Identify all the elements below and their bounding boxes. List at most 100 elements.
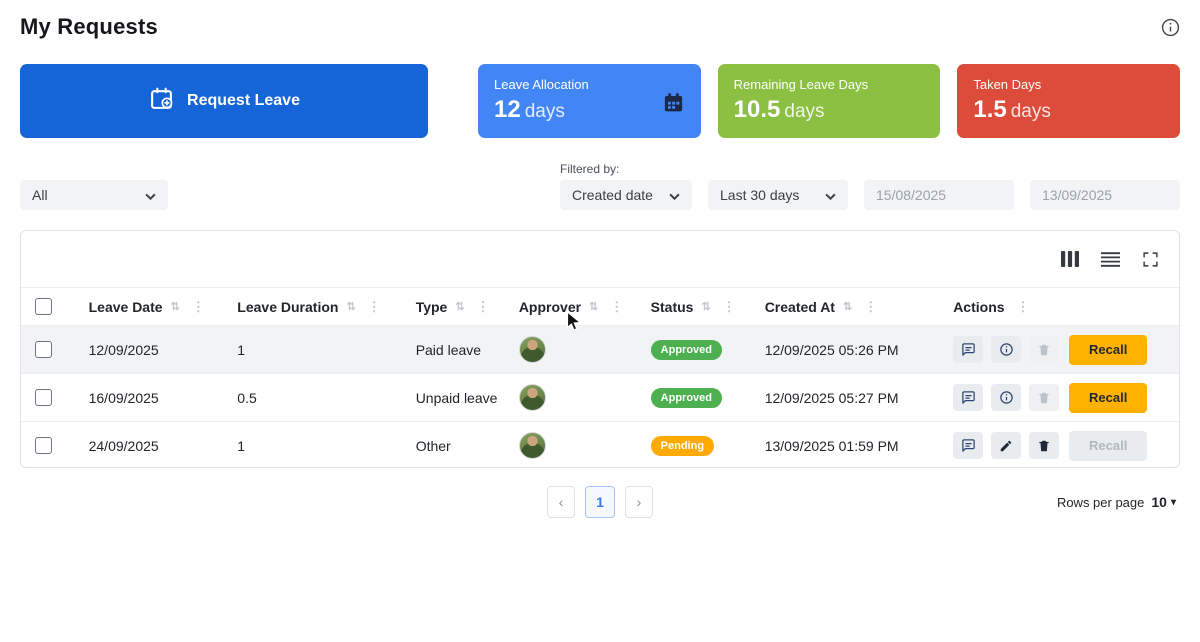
date-range-select[interactable]: Last 30 days — [708, 180, 848, 210]
pagination: ‹ 1 › Rows per page 10 ▾ — [20, 486, 1180, 518]
column-menu-icon[interactable]: ⋮ — [860, 299, 877, 315]
date-to-value: 13/09/2025 — [1042, 187, 1113, 203]
leave-duration-cell: 1 — [237, 341, 246, 358]
table-row: 16/09/2025 0.5 Unpaid leave Approved 12/… — [21, 373, 1179, 421]
leave-date-cell: 12/09/2025 — [88, 341, 159, 358]
recall-button[interactable]: Recall — [1069, 334, 1148, 365]
comment-button[interactable] — [953, 432, 984, 459]
column-menu-icon[interactable]: ⋮ — [606, 299, 623, 315]
column-header-approver[interactable]: Approver ⇅ ⋮ — [505, 299, 637, 315]
filters-row: All Filtered by: Created date Last 30 da… — [20, 162, 1180, 210]
columns-icon[interactable] — [1061, 251, 1079, 267]
info-button[interactable] — [991, 336, 1022, 363]
stat-label: Remaining Leave Days — [733, 77, 869, 92]
edit-button[interactable] — [991, 432, 1022, 459]
chevron-down-icon — [145, 187, 156, 203]
delete-button[interactable] — [1029, 432, 1060, 459]
leave-duration-cell: 1 — [237, 437, 246, 454]
column-label: Created At — [764, 298, 835, 315]
taken-days-card: Taken Days 1.5 days — [957, 64, 1181, 138]
actions-cell: Recall — [919, 430, 1179, 461]
table-row: 12/09/2025 1 Paid leave Approved 12/09/2… — [21, 325, 1179, 373]
column-header-status[interactable]: Status ⇅ ⋮ — [637, 299, 751, 315]
recall-button[interactable]: Recall — [1069, 382, 1148, 413]
chevron-down-icon — [825, 187, 836, 203]
column-menu-icon[interactable]: ⋮ — [719, 299, 736, 315]
sort-icon[interactable]: ⇅ — [589, 300, 598, 313]
table-header-row: Leave Date ⇅ ⋮ Leave Duration ⇅ ⋮ Type ⇅… — [21, 287, 1179, 325]
rows-per-page-select[interactable]: 10 ▾ — [1151, 494, 1176, 510]
sort-icon[interactable]: ⇅ — [843, 300, 852, 313]
leave-duration-cell: 0.5 — [237, 389, 257, 406]
column-header-actions[interactable]: Actions ⋮ — [919, 299, 1179, 315]
caret-down-icon: ▾ — [1170, 496, 1176, 508]
row-checkbox[interactable] — [35, 341, 52, 358]
comment-button[interactable] — [953, 384, 984, 411]
recall-button-disabled: Recall — [1069, 430, 1148, 461]
column-header-type[interactable]: Type ⇅ ⋮ — [402, 299, 505, 315]
column-label: Leave Duration — [237, 298, 339, 315]
comment-button[interactable] — [953, 336, 984, 363]
select-all-cell — [21, 298, 75, 315]
status-badge: Approved — [650, 387, 722, 408]
created-at-cell: 13/09/2025 01:59 PM — [764, 437, 899, 454]
status-badge: Pending — [650, 435, 715, 456]
created-at-cell: 12/09/2025 05:27 PM — [764, 389, 899, 406]
sort-icon[interactable]: ⇅ — [171, 300, 180, 313]
column-menu-icon[interactable]: ⋮ — [1013, 299, 1030, 315]
column-header-leave-duration[interactable]: Leave Duration ⇅ ⋮ — [223, 299, 401, 315]
created-at-cell: 12/09/2025 05:26 PM — [764, 341, 899, 358]
leave-date-cell: 24/09/2025 — [88, 437, 159, 454]
sort-icon[interactable]: ⇅ — [701, 300, 710, 313]
column-menu-icon[interactable]: ⋮ — [188, 299, 205, 315]
calendar-icon — [662, 91, 685, 119]
my-requests-page: My Requests Request Leave Leave Allocati… — [0, 0, 1200, 642]
calendar-add-icon — [148, 86, 175, 116]
prev-page-button[interactable]: ‹ — [547, 486, 575, 518]
summary-cards-row: Request Leave Leave Allocation 12 days R… — [20, 64, 1181, 138]
approver-avatar[interactable] — [518, 336, 546, 363]
stat-value: 12 days — [494, 96, 565, 123]
delete-button-disabled — [1029, 336, 1060, 363]
column-menu-icon[interactable]: ⋮ — [473, 299, 490, 315]
info-button[interactable] — [991, 384, 1022, 411]
date-range-value: Last 30 days — [720, 187, 800, 203]
approver-avatar[interactable] — [518, 432, 546, 459]
page-header: My Requests — [20, 14, 1180, 50]
date-from-input[interactable]: 15/08/2025 — [864, 180, 1014, 210]
type-cell: Other — [415, 437, 451, 454]
select-all-checkbox[interactable] — [35, 298, 52, 315]
column-label: Status — [650, 298, 694, 315]
next-page-button[interactable]: › — [625, 486, 653, 518]
column-menu-icon[interactable]: ⋮ — [364, 299, 381, 315]
filter-field-select[interactable]: Created date — [560, 180, 692, 210]
column-label: Type — [415, 298, 448, 315]
approver-avatar[interactable] — [518, 384, 546, 411]
chevron-down-icon — [669, 187, 680, 203]
date-from-value: 15/08/2025 — [876, 187, 947, 203]
type-cell: Unpaid leave — [415, 389, 498, 406]
fullscreen-icon[interactable] — [1142, 251, 1159, 268]
column-header-created-at[interactable]: Created At ⇅ ⋮ — [751, 299, 920, 315]
current-page-button[interactable]: 1 — [585, 486, 615, 518]
stat-label: Leave Allocation — [494, 77, 589, 92]
stat-value: 1.5 days — [973, 96, 1051, 123]
sort-icon[interactable]: ⇅ — [346, 300, 355, 313]
status-badge: Approved — [650, 339, 722, 360]
scope-filter-select[interactable]: All — [20, 180, 168, 210]
column-header-leave-date[interactable]: Leave Date ⇅ ⋮ — [75, 299, 224, 315]
info-icon[interactable] — [1161, 18, 1180, 37]
column-label: Leave Date — [88, 298, 163, 315]
column-label: Approver — [518, 298, 582, 315]
rows-per-page: Rows per page 10 ▾ — [1057, 494, 1176, 510]
row-checkbox[interactable] — [35, 437, 52, 454]
row-checkbox[interactable] — [35, 389, 52, 406]
actions-cell: Recall — [919, 382, 1179, 413]
type-cell: Paid leave — [415, 341, 482, 358]
actions-cell: Recall — [919, 334, 1179, 365]
remaining-leave-days-card: Remaining Leave Days 10.5 days — [717, 64, 941, 138]
sort-icon[interactable]: ⇅ — [455, 300, 464, 313]
date-to-input[interactable]: 13/09/2025 — [1030, 180, 1180, 210]
row-density-icon[interactable] — [1101, 251, 1120, 267]
request-leave-button[interactable]: Request Leave — [20, 64, 428, 138]
